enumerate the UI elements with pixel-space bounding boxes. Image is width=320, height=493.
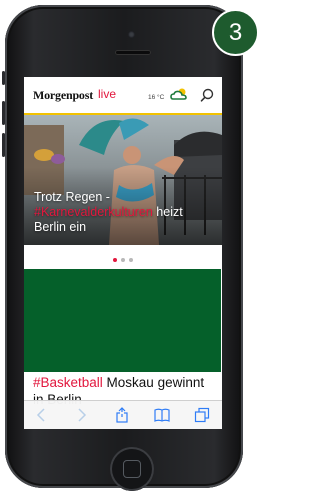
phone-screen: Morgenpost live 16 °C Trotz Regen - #Kar… xyxy=(24,77,222,429)
forward-icon[interactable] xyxy=(73,407,89,423)
volume-down-button xyxy=(2,133,5,157)
ad-banner[interactable] xyxy=(24,269,221,372)
carousel-dot[interactable] xyxy=(121,258,125,262)
hero-headline-text: Trotz Regen - xyxy=(34,190,110,204)
carousel-pagination[interactable] xyxy=(24,249,222,262)
search-icon[interactable] xyxy=(200,88,214,102)
share-icon[interactable] xyxy=(114,407,130,423)
back-icon[interactable] xyxy=(34,407,50,423)
home-button[interactable] xyxy=(110,447,154,491)
hero-headline[interactable]: Trotz Regen - #Karnevalderkulturen heizt … xyxy=(34,190,214,235)
mute-switch xyxy=(2,71,5,85)
cloud-sun-icon[interactable] xyxy=(170,87,188,101)
earpiece-speaker xyxy=(115,50,151,55)
site-logo-live[interactable]: live xyxy=(98,87,116,101)
hero-hashtag[interactable]: #Karnevalderkulturen xyxy=(34,205,153,219)
weather-temperature: 16 °C xyxy=(148,94,165,101)
article-hashtag[interactable]: #Basketball xyxy=(33,375,103,390)
tabs-icon[interactable] xyxy=(194,407,210,423)
site-logo[interactable]: Morgenpost xyxy=(33,88,93,103)
carousel-dot[interactable] xyxy=(113,258,117,262)
hero-teaser[interactable]: Trotz Regen - #Karnevalderkulturen heizt … xyxy=(24,115,222,245)
step-badge: 3 xyxy=(212,9,259,56)
bookmarks-icon[interactable] xyxy=(154,407,170,423)
carousel-dot[interactable] xyxy=(129,258,133,262)
browser-toolbar xyxy=(24,400,222,429)
front-camera xyxy=(128,31,135,38)
volume-up-button xyxy=(2,101,5,125)
site-header: Morgenpost live 16 °C xyxy=(24,77,222,115)
